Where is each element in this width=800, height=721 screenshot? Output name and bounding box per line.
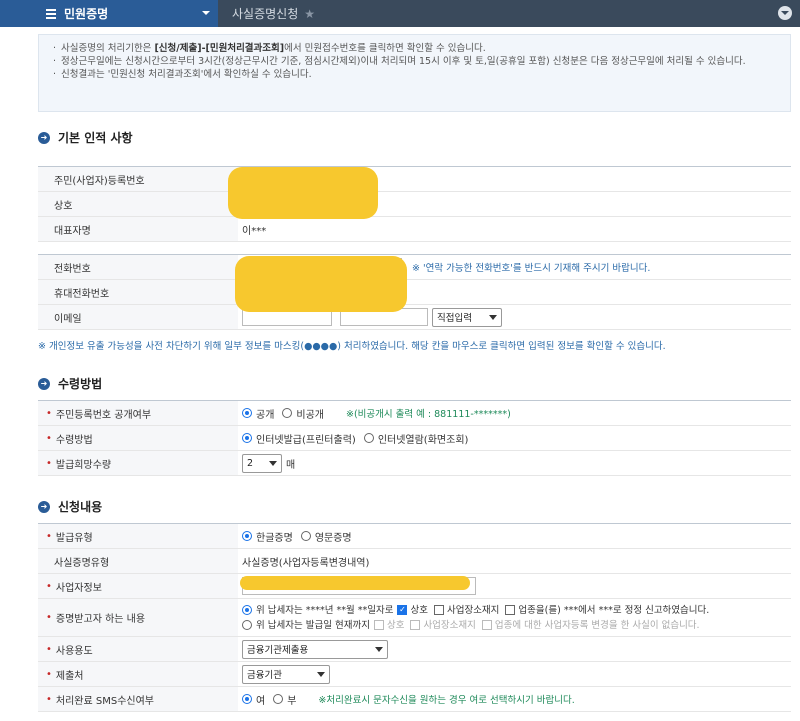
top-navigation-bar: 민원증명 사실증명신청 ★ [0,0,800,27]
menu-title: 민원증명 [64,7,109,21]
caret-down-icon [317,671,325,677]
content-option-1-radio[interactable]: 위 납세자는 ****년 **월 **일자로 [242,603,393,618]
representative-label: 대표자명 [38,217,238,241]
table-row: 휴대전화번호 [38,280,791,305]
disclose-hint: ※(비공개시 출력 예 : 881111-*******) [346,409,511,420]
disclose-label: 주민등록번호 공개여부 [38,401,238,425]
disclose-private-radio[interactable]: 비공개 [282,406,324,421]
expand-chevron-button[interactable] [778,6,792,20]
mobile-label: 휴대전화번호 [38,280,238,304]
content1-address-checkbox[interactable] [433,605,444,615]
content2-company-checkbox[interactable] [373,620,384,630]
menu-dropdown[interactable]: 민원증명 [0,0,218,27]
content1-company-checkbox[interactable]: ✓ [397,605,408,615]
content1-industry-checkbox[interactable] [505,605,516,615]
section-basic-info-title: ➜ 기본 인적 사항 [38,129,133,146]
table-row: 제출처 금융기관 [38,662,791,687]
basic-info-table-1: 주민(사업자)등록번호 상호 대표자명 이*** [38,166,791,242]
content-option-2-radio[interactable]: 위 납세자는 발급일 현재까지 [242,618,370,633]
quantity-label: 발급희망수량 [38,451,238,475]
disclose-public-radio[interactable]: 공개 [242,406,274,421]
issue-korean-radio[interactable]: 한글증명 [242,529,293,544]
email-label: 이메일 [38,305,238,329]
table-row: 대표자명 이*** [38,217,791,242]
method-view-radio[interactable]: 인터넷열람(화면조회) [363,431,468,446]
redaction-mask [228,167,378,219]
submit-to-label: 제출처 [38,662,238,686]
quantity-select[interactable]: 2 [242,453,282,473]
notice-box: 사실증명의 처리기한은 [신청/제출]-[민원처리결과조회]에서 민원접수번호를… [38,34,791,112]
content-label: 증명받고자 하는 내용 [38,599,238,636]
content2-address-checkbox[interactable] [410,620,421,630]
purpose-select[interactable]: 금융기관제출용 [242,639,388,659]
table-row: 주민등록번호 공개여부 공개 비공개 ※(비공개시 출력 예 : 881111-… [38,401,791,426]
table-row: 발급유형 한글증명 영문증명 [38,524,791,549]
breadcrumb: 사실증명신청 ★ [232,0,315,27]
purpose-label: 사용용도 [38,637,238,661]
apply-table: 발급유형 한글증명 영문증명 사실증명유형 사실증명(사업자등록변경내역) 사업… [38,523,791,712]
table-row: 처리완료 SMS수신여부 여 부 ※처리완료시 문자수신을 원하는 경우 여로 … [38,687,791,712]
method-label: 수령방법 [38,426,238,450]
quantity-unit: 매 [286,459,296,471]
rrn-label: 주민(사업자)등록번호 [38,167,238,191]
redaction-mask [240,576,470,590]
hamburger-icon [46,7,56,21]
phone-label: 전화번호 [38,255,238,279]
sms-yes-radio[interactable]: 여 [242,692,265,707]
business-info-label: 사업자정보 [38,574,238,598]
phone-hint: ※ '연락 가능한 전화번호'를 반드시 기재해 주시기 바랍니다. [412,263,651,274]
table-row: 발급희망수량 2 매 [38,451,791,476]
breadcrumb-current: 사실증명신청 [232,7,299,21]
method-print-radio[interactable]: 인터넷발급(프린터출력) [242,431,356,446]
email-domain-select[interactable]: 직접입력 [432,307,502,327]
caret-down-icon [202,11,210,15]
caret-down-icon [489,314,497,320]
chevron-down-icon [781,11,789,15]
notice-line-1: 사실증명의 처리기한은 [신청/제출]-[민원처리결과조회]에서 민원접수번호를… [53,42,776,55]
section-apply-title: ➜ 신청내용 [38,498,102,515]
table-row: 사용용도 금융기관제출용 [38,637,791,662]
sms-no-radio[interactable]: 부 [273,692,296,707]
arrow-right-icon: ➜ [38,500,50,513]
receive-table: 주민등록번호 공개여부 공개 비공개 ※(비공개시 출력 예 : 881111-… [38,400,791,476]
issue-type-label: 발급유형 [38,524,238,548]
arrow-right-icon: ➜ [38,131,50,144]
submit-to-select[interactable]: 금융기관 [242,664,330,684]
table-row: 이메일 직접입력 [38,305,791,330]
sms-hint: ※처리완료시 문자수신을 원하는 경우 여로 선택하시기 바랍니다. [318,695,575,706]
table-row: 증명받고자 하는 내용 위 납세자는 ****년 **월 **일자로 ✓상호 사… [38,599,791,637]
table-row: 주민(사업자)등록번호 [38,167,791,192]
sms-label: 처리완료 SMS수신여부 [38,687,238,711]
notice-line-2: 정상근무일에는 신청시간으로부터 3시간(정상근무시간 기준, 점심시간제외)이… [53,55,776,68]
table-row: 전화번호 ※ '연락 가능한 전화번호'를 반드시 기재해 주시기 바랍니다. [38,255,791,280]
redaction-mask [235,256,407,312]
table-row: 사실증명유형 사실증명(사업자등록변경내역) [38,549,791,574]
notice-line-3: 신청결과는 '민원신청 처리결과조회'에서 확인하실 수 있습니다. [53,68,776,81]
masking-note: ※ 개인정보 유출 가능성을 사전 차단하기 위해 일부 정보를 마스킹(●●●… [38,341,666,352]
arrow-right-icon: ➜ [38,377,50,390]
issue-english-radio[interactable]: 영문증명 [300,529,352,544]
favorite-star-icon[interactable]: ★ [304,7,315,21]
basic-info-table-2: 전화번호 ※ '연락 가능한 전화번호'를 반드시 기재해 주시기 바랍니다. … [38,254,791,330]
fact-type-label: 사실증명유형 [38,549,238,573]
fact-type-value: 사실증명(사업자등록변경내역) [242,557,370,569]
table-row: 수령방법 인터넷발급(프린터출력) 인터넷열람(화면조회) [38,426,791,451]
company-label: 상호 [38,192,238,216]
section-receive-title: ➜ 수령방법 [38,375,102,392]
caret-down-icon [375,646,383,652]
table-row: 상호 [38,192,791,217]
representative-value: 이*** [242,225,267,237]
content2-industry-checkbox[interactable] [481,620,492,630]
caret-down-icon [269,460,277,466]
